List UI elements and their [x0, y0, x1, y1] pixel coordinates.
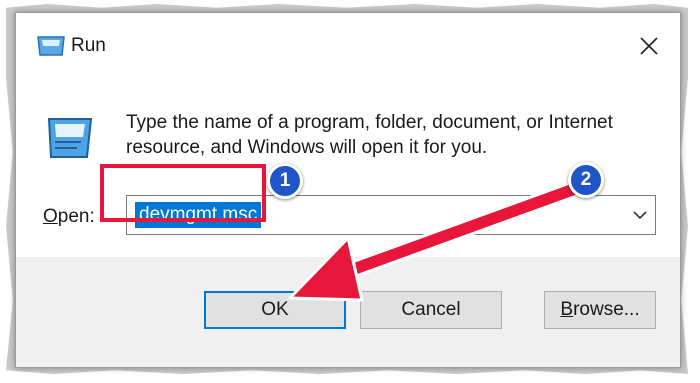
- highlight-box: [100, 164, 266, 222]
- cancel-button[interactable]: Cancel: [360, 291, 502, 329]
- browse-label-rest: rowse...: [573, 299, 640, 320]
- run-icon: [37, 36, 65, 56]
- open-label-rest: pen:: [57, 206, 95, 227]
- browse-button[interactable]: Browse...: [544, 291, 656, 329]
- run-icon: [47, 118, 93, 158]
- description-text: Type the name of a program, folder, docu…: [126, 112, 613, 158]
- close-button[interactable]: [632, 29, 666, 63]
- browse-accelerator: B: [560, 299, 574, 320]
- open-label: Open:: [43, 206, 95, 228]
- dialog-footer: OK Cancel Browse...: [16, 257, 680, 367]
- chevron-down-icon[interactable]: [631, 206, 649, 224]
- title-bar: Run: [16, 13, 680, 73]
- open-label-accelerator: O: [43, 206, 58, 227]
- step-badge-1: 1: [267, 163, 303, 199]
- close-icon: [640, 37, 658, 55]
- ok-button[interactable]: OK: [204, 291, 346, 329]
- step-badge-2: 2: [568, 162, 604, 198]
- window-title: Run: [71, 35, 106, 56]
